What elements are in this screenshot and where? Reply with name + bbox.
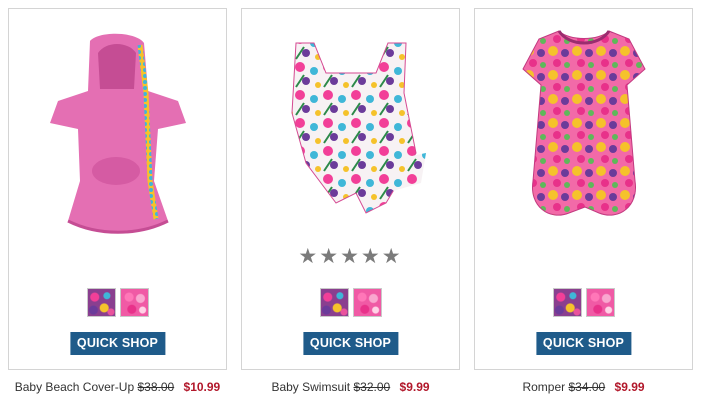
floral-swimsuit-image[interactable] — [242, 33, 459, 233]
original-price: $34.00 — [568, 380, 606, 394]
product-info: Baby Beach Cover-Up $38.00 $10.99 — [8, 380, 227, 394]
rating-stars: ★★★★★ — [298, 245, 403, 268]
product-info: Romper $34.00 $9.99 — [474, 380, 693, 394]
product-name[interactable]: Baby Beach Cover-Up — [15, 380, 134, 394]
pink-hooded-cover-up-image[interactable] — [9, 31, 226, 241]
original-price: $32.00 — [353, 380, 391, 394]
sale-price: $10.99 — [183, 380, 221, 394]
original-price: $38.00 — [137, 380, 175, 394]
product-name[interactable]: Baby Swimsuit — [271, 380, 350, 394]
floral-multicolor-swatch[interactable] — [552, 288, 582, 317]
color-swatches — [9, 288, 226, 317]
floral-romper-image[interactable] — [475, 21, 692, 231]
pink-floral-swatch[interactable] — [585, 288, 615, 317]
product-card: QUICK SHOP — [474, 8, 693, 370]
product-info: Baby Swimsuit $32.00 $9.99 — [241, 380, 460, 394]
quick-shop-button[interactable]: QUICK SHOP — [69, 332, 166, 355]
color-swatches — [242, 288, 459, 317]
pink-floral-swatch[interactable] — [119, 288, 149, 317]
floral-multicolor-swatch[interactable] — [319, 288, 349, 317]
sale-price: $9.99 — [399, 380, 430, 394]
quick-shop-button[interactable]: QUICK SHOP — [535, 332, 632, 355]
quick-shop-button[interactable]: QUICK SHOP — [302, 332, 399, 355]
product-name[interactable]: Romper — [522, 380, 565, 394]
pink-floral-swatch[interactable] — [352, 288, 382, 317]
sale-price: $9.99 — [614, 380, 645, 394]
product-card: QUICK SHOP — [8, 8, 227, 370]
product-card: ★★★★★ QUICK SHOP — [241, 8, 460, 370]
floral-multicolor-swatch[interactable] — [86, 288, 116, 317]
color-swatches — [475, 288, 692, 317]
